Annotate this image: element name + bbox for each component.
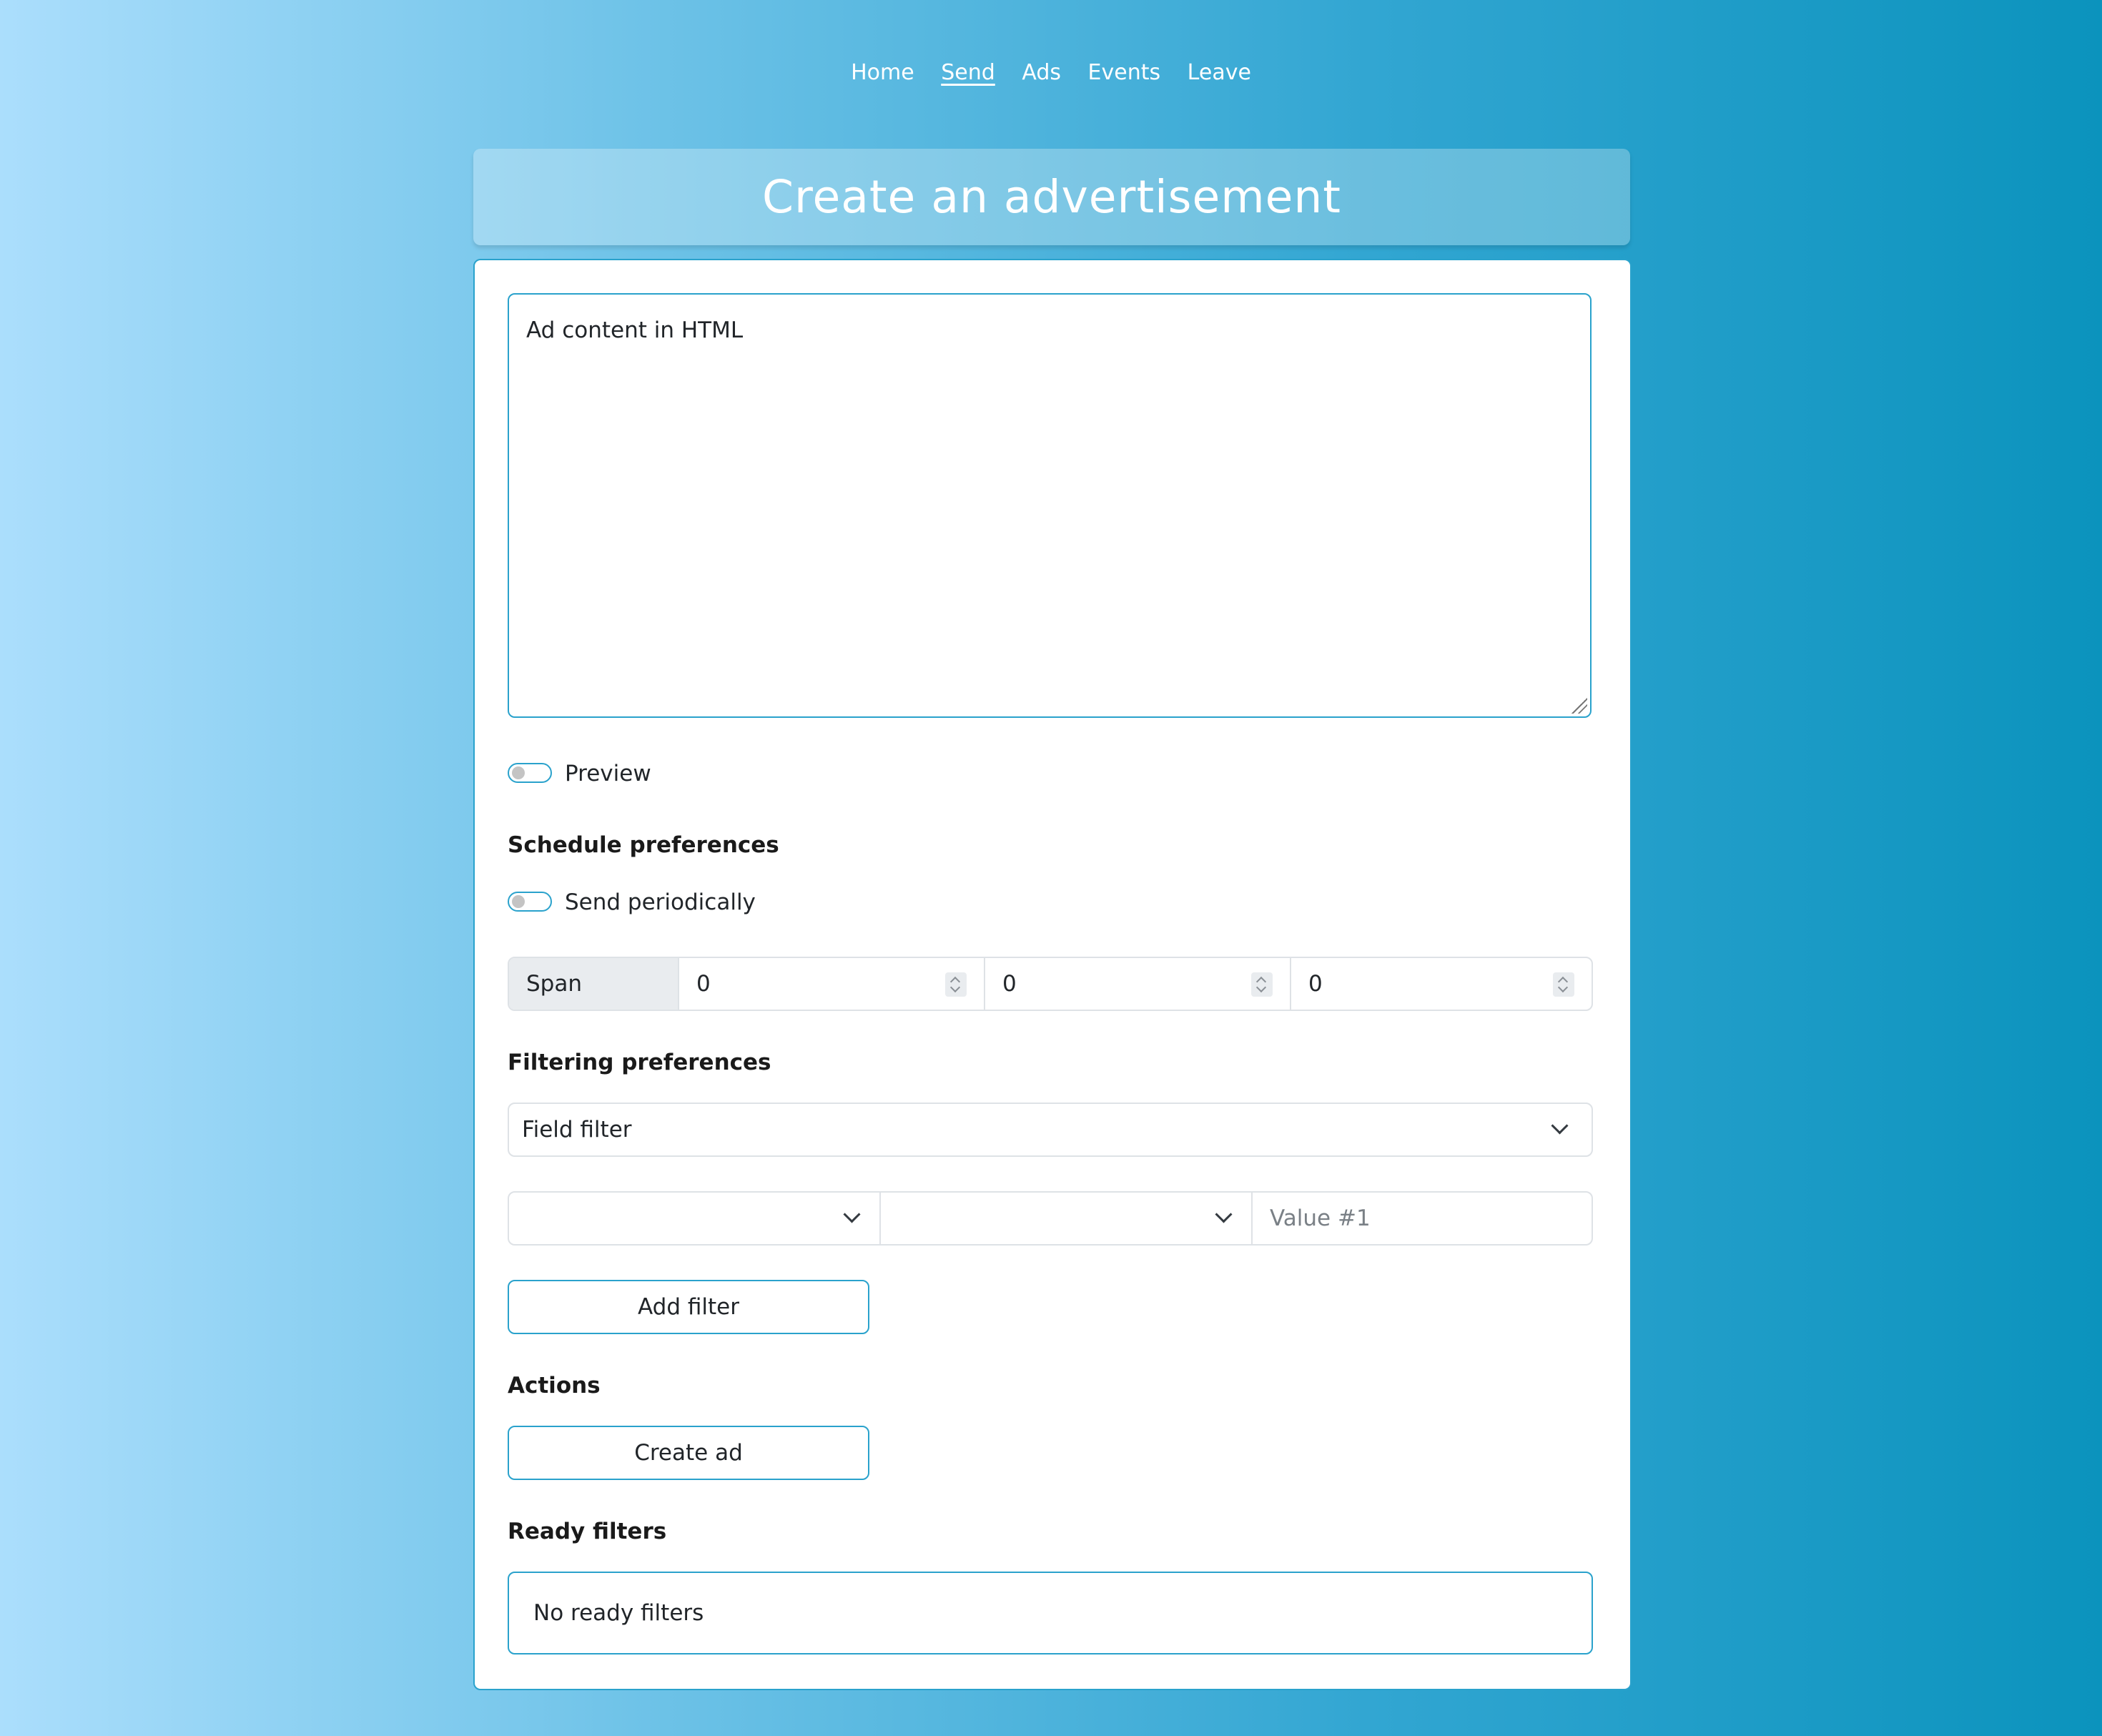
spinner-arrows-icon[interactable] (1251, 972, 1273, 997)
toggle-knob (512, 766, 525, 779)
nav-send[interactable]: Send (941, 60, 995, 85)
resize-grip-icon[interactable] (1571, 698, 1587, 714)
send-periodically-toggle[interactable] (508, 892, 552, 912)
filter-operator-select[interactable] (881, 1193, 1253, 1244)
send-periodically-label: Send periodically (565, 889, 756, 915)
filter-type-select[interactable]: Field filter (508, 1103, 1593, 1157)
chevron-down-icon (1215, 1205, 1233, 1223)
top-nav: Home Send Ads Events Leave (0, 59, 2102, 87)
filtering-heading: Filtering preferences (508, 1050, 771, 1075)
schedule-heading: Schedule preferences (508, 832, 779, 858)
ready-filters-heading: Ready filters (508, 1519, 667, 1544)
filter-field-select[interactable] (509, 1193, 881, 1244)
preview-label: Preview (565, 761, 651, 786)
filter-value-placeholder: Value #1 (1270, 1205, 1371, 1231)
ready-filters-list: No ready filters (508, 1572, 1593, 1654)
nav-home[interactable]: Home (851, 60, 914, 85)
spinner-arrows-icon[interactable] (945, 972, 967, 997)
span-days-value: 0 (1308, 971, 1323, 997)
span-minutes-input[interactable]: 0 (679, 958, 985, 1010)
span-minutes-value: 0 (696, 971, 711, 997)
toggle-knob (512, 895, 525, 908)
preview-toggle[interactable] (508, 763, 552, 783)
span-days-input[interactable]: 0 (1291, 958, 1592, 1010)
page-title: Create an advertisement (761, 171, 1341, 223)
actions-heading: Actions (508, 1373, 601, 1399)
span-hours-value: 0 (1002, 971, 1017, 997)
span-prefix-label: Span (m:h:d): (509, 958, 679, 1010)
page-header: Create an advertisement (473, 149, 1630, 245)
nav-leave[interactable]: Leave (1188, 60, 1251, 85)
filter-value-input[interactable]: Value #1 (1253, 1193, 1592, 1244)
add-filter-button[interactable]: Add filter (508, 1280, 869, 1334)
filter-type-value: Field filter (522, 1117, 632, 1143)
span-hours-input[interactable]: 0 (985, 958, 1291, 1010)
create-ad-button[interactable]: Create ad (508, 1426, 869, 1480)
chevron-down-icon (843, 1205, 861, 1223)
nav-events[interactable]: Events (1088, 60, 1161, 85)
ad-content-placeholder: Ad content in HTML (526, 317, 744, 343)
chevron-down-icon (1551, 1117, 1569, 1135)
nav-ads[interactable]: Ads (1022, 60, 1061, 85)
ad-content-textarea[interactable]: Ad content in HTML (508, 293, 1592, 718)
filter-row: Value #1 (508, 1191, 1593, 1246)
spinner-arrows-icon[interactable] (1553, 972, 1574, 997)
span-input-group: Span (m:h:d): 0 0 0 (508, 957, 1593, 1011)
ready-filters-empty-text: No ready filters (533, 1600, 704, 1626)
